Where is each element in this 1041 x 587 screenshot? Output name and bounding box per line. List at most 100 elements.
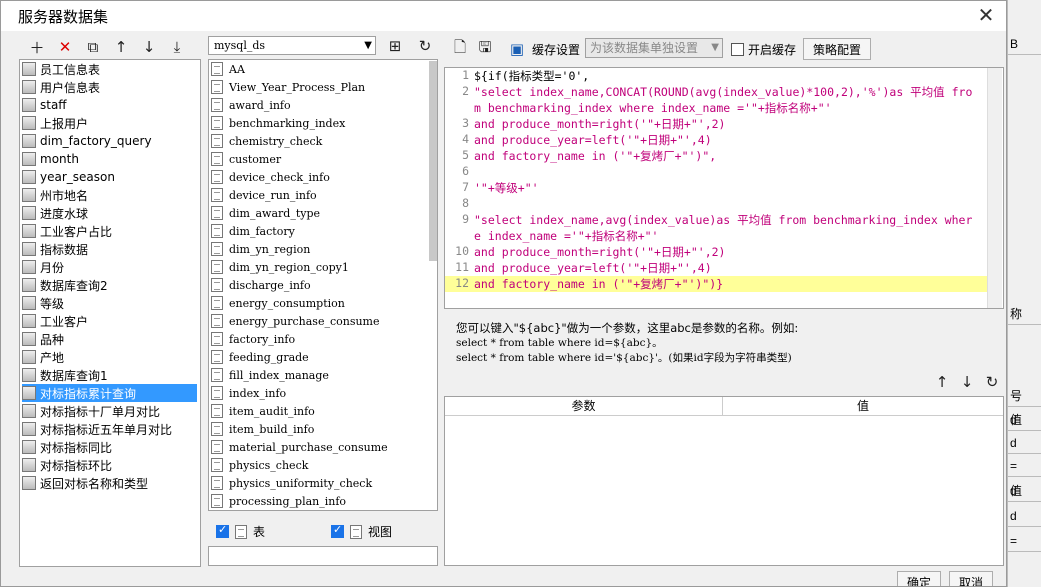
show-view-option[interactable]: 视图 <box>331 523 392 540</box>
copy-icon[interactable]: ⧉ <box>83 37 103 57</box>
table-list-item[interactable]: feeding_grade <box>211 348 309 366</box>
dataset-tree-item[interactable]: 等级 <box>22 294 197 312</box>
dataset-tree-item[interactable]: 指标数据 <box>22 240 197 258</box>
enable-cache-checkbox[interactable] <box>731 43 744 56</box>
editor-scrollbar[interactable] <box>987 68 1002 308</box>
dataset-tree-item[interactable]: staff <box>22 96 197 114</box>
dataset-tree-item[interactable]: 对标指标同比 <box>22 438 197 456</box>
code-text: m benchmarking_index where index_name ='… <box>474 101 832 115</box>
table-list-item[interactable]: processing_plan_info <box>211 492 346 510</box>
cache-settings-icon[interactable]: ▣ <box>507 39 527 59</box>
table-list-item[interactable]: AA <box>211 60 245 78</box>
dataset-tree-item[interactable]: 员工信息表 <box>22 60 197 78</box>
cache-mode-select[interactable]: 为该数据集单独设置 ▼ <box>585 38 723 58</box>
dataset-toolbar: ＋ ✕ ⧉ ↑ ↓ ⤓ <box>27 34 197 60</box>
ok-button[interactable]: 确定 <box>897 571 941 586</box>
code-text: and produce_month=right('"+日期+"',2) <box>474 245 726 259</box>
table-list-item[interactable]: material_purchase_consume <box>211 438 388 456</box>
cancel-button[interactable]: 取消 <box>949 571 993 586</box>
enable-cache-option[interactable]: 开启缓存 <box>731 41 796 58</box>
table-list-item[interactable]: energy_purchase_consume <box>211 312 380 330</box>
refresh-icon[interactable]: ↻ <box>415 36 435 56</box>
table-list-item[interactable]: chemistry_check <box>211 132 322 150</box>
dataset-tree-item[interactable]: 进度水球 <box>22 204 197 222</box>
dataset-tree-item[interactable]: 月份 <box>22 258 197 276</box>
table-list-scrollbar[interactable] <box>429 61 437 261</box>
preview-table-icon[interactable]: ⊞ <box>385 36 405 56</box>
table-list-item[interactable]: dim_factory <box>211 222 295 240</box>
sql-editor[interactable]: 1 ${if(指标类型='0', 2 "select index_name,CONCA… <box>444 67 1004 309</box>
background-fragment: = <box>1008 455 1041 477</box>
dataset-tree-item[interactable]: 对标指标累计查询 <box>22 384 197 402</box>
table-list-item[interactable]: View_Year_Process_Plan <box>211 78 365 96</box>
database-query-icon <box>22 296 36 310</box>
table-search-input[interactable] <box>208 546 438 566</box>
delete-icon[interactable]: ✕ <box>55 37 75 57</box>
dataset-tree-item[interactable]: 州市地名 <box>22 186 197 204</box>
dataset-tree-item-label: 对标指标同比 <box>40 440 113 455</box>
table-list-item[interactable]: dim_award_type <box>211 204 320 222</box>
show-view-checkbox[interactable] <box>331 523 344 538</box>
table-list-item[interactable]: customer <box>211 150 281 168</box>
table-list-item[interactable]: dim_yn_region <box>211 240 310 258</box>
dataset-tree-item[interactable]: 数据库查询2 <box>22 276 197 294</box>
table-icon <box>211 296 223 310</box>
table-list-item[interactable]: item_build_info <box>211 420 314 438</box>
database-query-icon <box>22 134 36 148</box>
table-list-item[interactable]: device_run_info <box>211 186 317 204</box>
param-refresh-icon[interactable]: ↻ <box>982 372 1002 392</box>
dataset-tree-item[interactable]: 对标指标近五年单月对比 <box>22 420 197 438</box>
dataset-tree-item[interactable]: 对标指标十厂单月对比 <box>22 402 197 420</box>
params-table: 参数 值 <box>444 396 1004 566</box>
table-name: chemistry_check <box>229 134 323 148</box>
table-icon <box>211 314 223 328</box>
move-up-icon[interactable]: ↑ <box>111 37 131 57</box>
save-icon[interactable]: 🖫 <box>475 38 495 59</box>
database-query-icon <box>22 476 36 490</box>
dataset-tree-item[interactable]: 数据库查询1 <box>22 366 197 384</box>
add-icon[interactable]: ＋ <box>27 37 47 57</box>
chevron-down-icon: ▼ <box>364 40 372 51</box>
dataset-tree-item[interactable]: 返回对标名称和类型 <box>22 474 197 492</box>
table-list-item[interactable]: index_info <box>211 384 286 402</box>
show-table-checkbox[interactable] <box>216 523 229 538</box>
dataset-tree-item[interactable]: month <box>22 150 197 168</box>
close-icon[interactable]: ✕ <box>974 3 998 27</box>
table-list-item[interactable]: physics_uniformity_check <box>211 474 372 492</box>
code-line: 8 <box>445 196 987 212</box>
dataset-tree-item[interactable]: 品种 <box>22 330 197 348</box>
move-bottom-icon[interactable]: ⤓ <box>167 37 187 57</box>
table-list-item[interactable]: dim_yn_region_copy1 <box>211 258 349 276</box>
param-up-icon[interactable]: ↑ <box>932 372 952 392</box>
dataset-tree-item[interactable]: 工业客户 <box>22 312 197 330</box>
table-list-item[interactable]: device_check_info <box>211 168 330 186</box>
dataset-tree-item[interactable]: 工业客户占比 <box>22 222 197 240</box>
dataset-tree-item[interactable]: 上报用户 <box>22 114 197 132</box>
preview-icon[interactable]: 🗋 <box>450 38 470 59</box>
strategy-config-button[interactable]: 策略配置 <box>803 38 871 60</box>
dataset-tree-item[interactable]: dim_factory_query <box>22 132 197 150</box>
code-line: 9 "select index_name,avg(index_value)as 平… <box>445 212 987 228</box>
dataset-tree-item[interactable]: 产地 <box>22 348 197 366</box>
table-list-item[interactable]: item_audit_info <box>211 402 315 420</box>
line-number: 5 <box>462 148 469 162</box>
table-list-item[interactable]: discharge_info <box>211 276 311 294</box>
dataset-tree-item[interactable]: 用户信息表 <box>22 78 197 96</box>
table-list-item[interactable]: energy_consumption <box>211 294 345 312</box>
dataset-tree-item[interactable]: 对标指标环比 <box>22 456 197 474</box>
param-down-icon[interactable]: ↓ <box>957 372 977 392</box>
table-list-item[interactable]: award_info <box>211 96 291 114</box>
datasource-select[interactable]: mysql_ds ▼ <box>208 36 376 55</box>
background-fragment: d <box>1008 480 1041 502</box>
table-name: customer <box>229 152 282 166</box>
table-list-item[interactable]: factory_info <box>211 330 295 348</box>
show-table-option[interactable]: 表 <box>216 523 265 540</box>
table-icon <box>211 422 223 436</box>
move-down-icon[interactable]: ↓ <box>139 37 159 57</box>
table-list-item[interactable]: fill_index_manage <box>211 366 329 384</box>
table-list-item[interactable]: physics_check <box>211 456 308 474</box>
database-query-icon <box>22 278 36 292</box>
database-query-icon <box>22 62 36 76</box>
dataset-tree-item[interactable]: year_season <box>22 168 197 186</box>
table-list-item[interactable]: benchmarking_index <box>211 114 345 132</box>
